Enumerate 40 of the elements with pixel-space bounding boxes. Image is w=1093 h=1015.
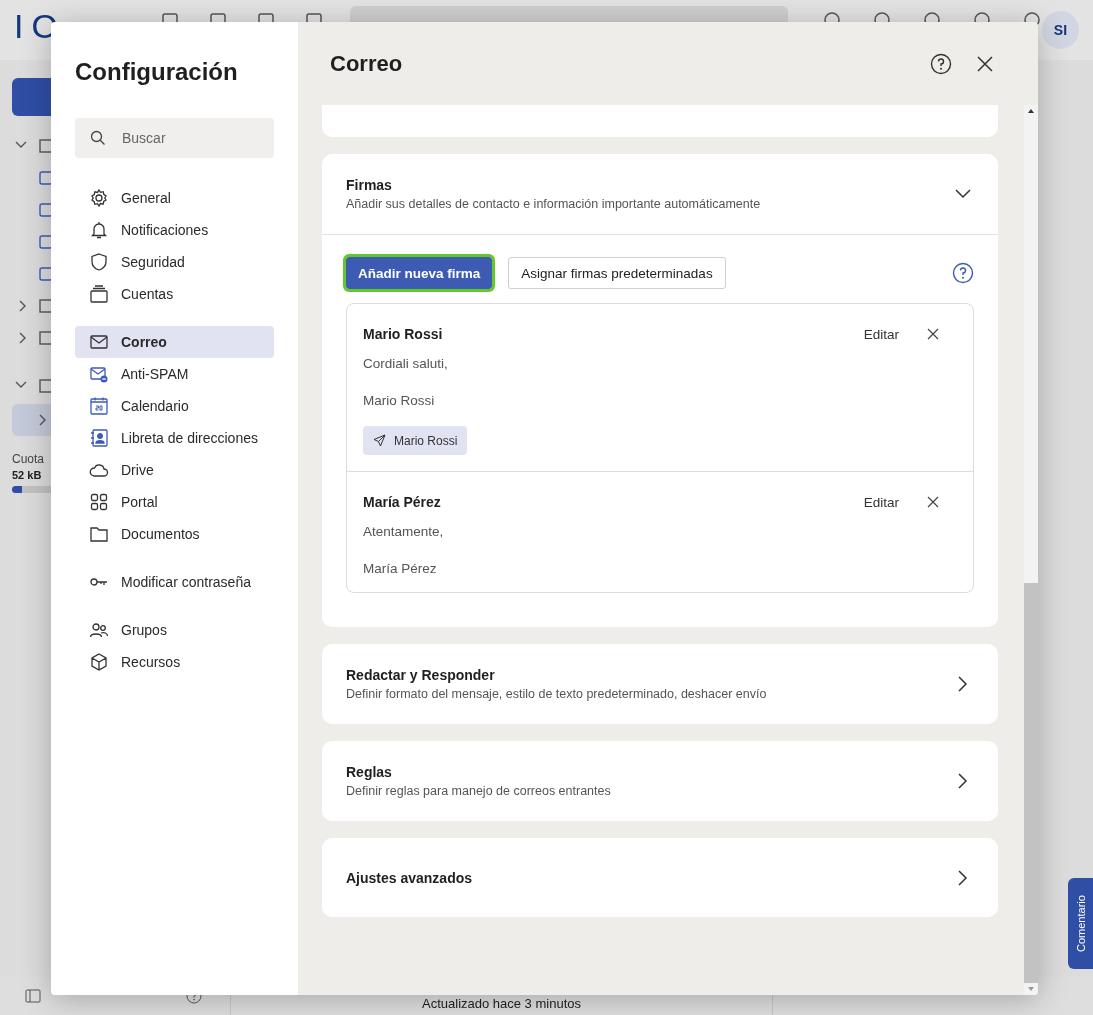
signature-name: Mario Rossi [363, 326, 444, 342]
section-title[interactable]: Firmas [346, 177, 954, 193]
signature-name: María Pérez [363, 494, 442, 510]
section-title[interactable]: Reglas [346, 764, 954, 780]
nav-item[interactable]: Recursos [75, 646, 274, 678]
nav-item[interactable]: Libreta de direcciones [75, 422, 274, 454]
section-title[interactable]: Redactar y Responder [346, 667, 954, 683]
section-description: Definir reglas para manejo de correos entrantes [346, 784, 612, 798]
signature-line: Cordiali saluti, [363, 356, 449, 371]
nav-item[interactable]: Drive [75, 454, 274, 486]
nav-item[interactable]: Modificar contraseña [75, 566, 274, 598]
panel-title: Correo [330, 50, 403, 77]
feedback-button[interactable]: Comentario [1068, 878, 1093, 969]
avatar[interactable]: SI [1041, 11, 1079, 49]
search-field[interactable]: Buscar [75, 118, 274, 158]
section-description: Añadir sus detalles de contacto e información importante automáticamente [346, 197, 762, 211]
edit-link[interactable]: Editar [863, 326, 899, 342]
section-description: Definir formato del mensaje, estilo de texto predeterminado, deshacer envío [346, 687, 768, 701]
nav-item[interactable]: Notificaciones [75, 214, 274, 246]
assign-button[interactable]: Asignar firmas predeterminadas [508, 257, 726, 289]
nav-item[interactable]: Correo [75, 326, 274, 358]
nav-item[interactable]: Grupos [75, 614, 274, 646]
quota-value: 52 kB [12, 469, 42, 481]
edit-link[interactable]: Editar [863, 494, 899, 510]
add-button[interactable]: Añadir nueva firma [346, 257, 493, 289]
status-text: Actualizado hace 3 minutos [422, 996, 581, 1011]
nav-item[interactable]: General [75, 182, 274, 214]
nav-item[interactable]: Cuentas [75, 278, 274, 310]
quota-label: Cuota [12, 452, 45, 466]
nav-item[interactable]: Documentos [75, 518, 274, 550]
signature-line: María Pérez [363, 561, 438, 576]
nav-item[interactable]: Calendario [75, 390, 274, 422]
nav-item[interactable]: Portal [75, 486, 274, 518]
nav-item[interactable]: Seguridad [75, 246, 274, 278]
sender-chip: Mario Rossi [363, 426, 468, 455]
section-title[interactable]: Ajustes avanzados [346, 869, 954, 886]
nav-item[interactable]: Anti-SPAM [75, 358, 274, 390]
signature-line: Mario Rossi [363, 393, 436, 408]
dialog-title: Configuración [75, 57, 239, 87]
signature-line: Atentamente, [363, 524, 445, 539]
